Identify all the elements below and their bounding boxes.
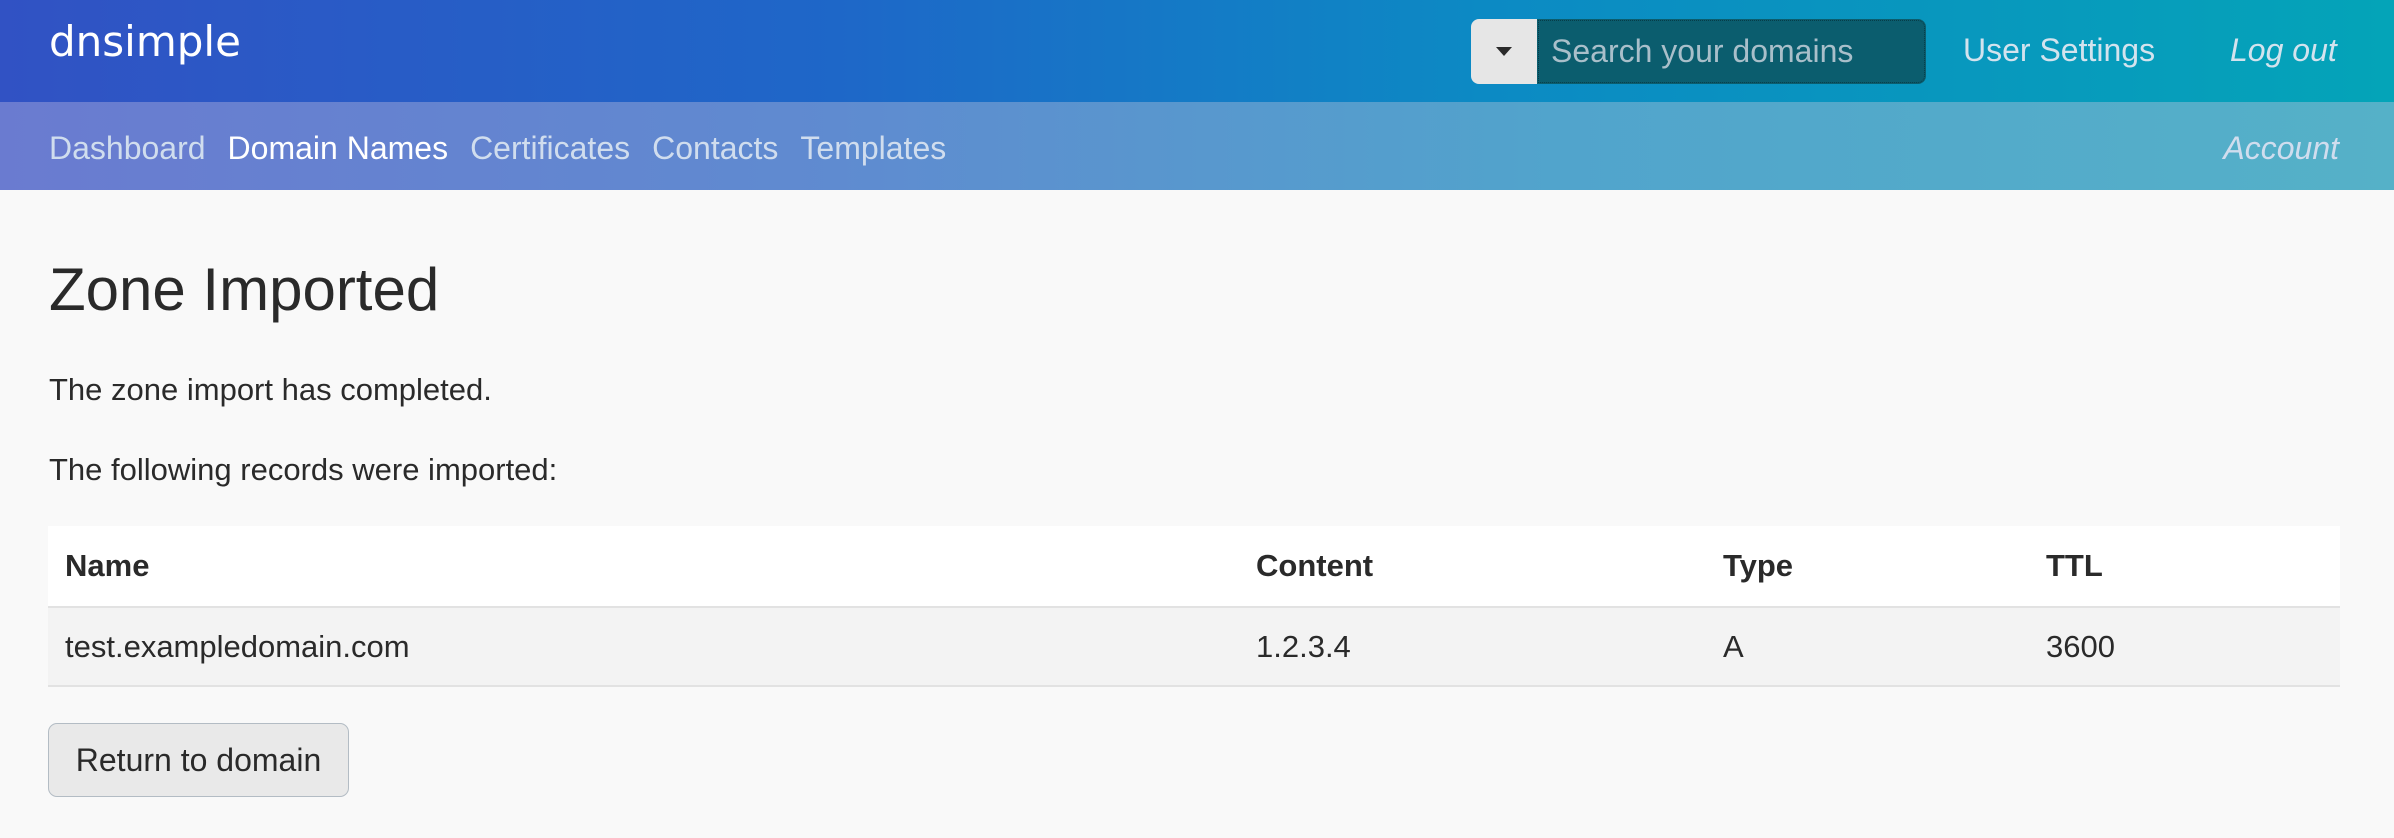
imported-records-table: Name Content Type TTL test.exampledomain… — [48, 526, 2340, 687]
top-navbar: dnsimple User Settings Log out — [0, 0, 2394, 102]
user-settings-link[interactable]: User Settings — [1963, 30, 2155, 70]
records-intro-text: The following records were imported: — [49, 452, 558, 487]
return-to-domain-button[interactable]: Return to domain — [48, 723, 349, 797]
section-nav: Dashboard Domain Names Certificates Cont… — [0, 102, 2394, 190]
caret-down-icon — [1496, 47, 1512, 56]
dnsimple-logo[interactable]: dnsimple — [49, 14, 241, 70]
record-type: A — [1706, 607, 2029, 687]
nav-certificates[interactable]: Certificates — [470, 128, 630, 168]
column-header-content: Content — [1239, 526, 1706, 608]
account-link[interactable]: Account — [2223, 128, 2339, 168]
domain-search — [1471, 19, 1926, 84]
nav-dashboard[interactable]: Dashboard — [49, 128, 206, 168]
table-row: test.exampledomain.com 1.2.3.4 A 3600 — [48, 607, 2340, 687]
nav-contacts[interactable]: Contacts — [652, 128, 778, 168]
column-header-ttl: TTL — [2029, 526, 2340, 608]
section-nav-items: Dashboard Domain Names Certificates Cont… — [49, 128, 946, 168]
record-ttl: 3600 — [2029, 607, 2340, 687]
page-title: Zone Imported — [49, 256, 440, 323]
search-scope-dropdown-button[interactable] — [1471, 19, 1537, 84]
record-content: 1.2.3.4 — [1239, 607, 1706, 687]
nav-domain-names[interactable]: Domain Names — [228, 128, 449, 168]
import-status-text: The zone import has completed. — [49, 372, 492, 407]
search-domains-input[interactable] — [1537, 19, 1926, 84]
column-header-type: Type — [1706, 526, 2029, 608]
record-name: test.exampledomain.com — [48, 607, 1239, 687]
nav-templates[interactable]: Templates — [800, 128, 946, 168]
table-header-row: Name Content Type TTL — [48, 526, 2340, 608]
logout-link[interactable]: Log out — [2230, 30, 2337, 70]
column-header-name: Name — [48, 526, 1239, 608]
